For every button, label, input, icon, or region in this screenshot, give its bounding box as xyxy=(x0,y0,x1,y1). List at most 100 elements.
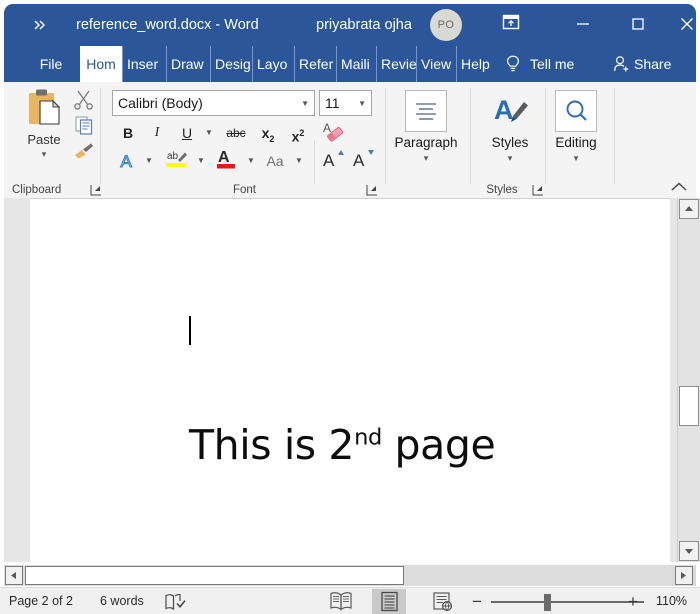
quick-access-toolbar-chevron-icon[interactable] xyxy=(30,16,52,36)
share-person-icon[interactable] xyxy=(612,55,632,73)
share-label[interactable]: Share xyxy=(634,46,671,82)
zoom-slider-thumb[interactable] xyxy=(544,594,551,611)
document-body-text: This is 2nd page xyxy=(189,421,496,469)
text-caret xyxy=(189,316,191,345)
shrink-font-button[interactable]: A xyxy=(349,146,377,172)
tab-home[interactable]: Hom xyxy=(80,46,122,82)
account-name[interactable]: priyabrata ojha xyxy=(316,14,412,36)
svg-text:A: A xyxy=(218,149,230,166)
lightbulb-icon[interactable] xyxy=(504,54,522,74)
change-case-chevron-down-icon[interactable]: ▼ xyxy=(292,149,306,173)
superscript-button[interactable]: x2 xyxy=(286,121,310,145)
read-mode-button[interactable] xyxy=(324,589,358,614)
styles-group-button[interactable]: A Styles ▾ xyxy=(474,88,546,166)
bold-button[interactable]: B xyxy=(116,121,140,145)
chevron-down-icon[interactable]: ▾ xyxy=(474,154,546,163)
scroll-left-button[interactable] xyxy=(5,566,23,585)
format-painter-button[interactable] xyxy=(72,140,98,164)
title-bar: reference_word.docx - Word priyabrata oj… xyxy=(4,4,696,46)
change-case-button[interactable]: Aa xyxy=(260,149,290,173)
chevron-down-icon[interactable]: ▼ xyxy=(358,91,366,115)
font-color-chevron-down-icon[interactable]: ▼ xyxy=(244,149,258,173)
web-layout-button[interactable] xyxy=(425,589,459,614)
maximize-button[interactable] xyxy=(621,12,655,38)
svg-text:A: A xyxy=(323,121,331,135)
ribbon-display-options-icon[interactable] xyxy=(494,12,528,38)
chevron-down-icon[interactable]: ▾ xyxy=(390,154,462,163)
paste-label: Paste xyxy=(27,132,61,147)
paste-button[interactable]: Paste ▾ xyxy=(16,88,72,164)
italic-button[interactable]: I xyxy=(146,121,168,145)
print-layout-button[interactable] xyxy=(372,589,406,614)
text-effects-button[interactable]: A xyxy=(116,149,140,173)
tab-mailings[interactable]: Maili xyxy=(336,46,376,82)
horizontal-scrollbar[interactable] xyxy=(4,565,696,586)
copy-button[interactable] xyxy=(72,114,98,138)
document-title: reference_word.docx - Word xyxy=(76,17,259,33)
clipboard-dialog-launcher[interactable] xyxy=(90,183,102,196)
word-count-status[interactable]: 6 words xyxy=(100,588,144,614)
horizontal-scroll-thumb[interactable] xyxy=(25,566,404,585)
paragraph-label: Paragraph xyxy=(394,135,458,150)
strikethrough-button[interactable]: abc xyxy=(222,121,250,145)
paragraph-group-button[interactable]: Paragraph ▾ xyxy=(390,88,462,166)
tab-help[interactable]: Help xyxy=(456,46,496,82)
grow-font-button[interactable]: A xyxy=(319,146,347,172)
font-name-value: Calibri (Body) xyxy=(118,95,203,111)
editing-group-button[interactable]: Editing ▾ xyxy=(540,88,612,166)
minimize-button[interactable] xyxy=(566,12,600,38)
scroll-up-button[interactable] xyxy=(679,199,699,219)
chevron-down-icon[interactable]: ▾ xyxy=(16,150,72,159)
underline-chevron-down-icon[interactable]: ▼ xyxy=(202,121,216,145)
editing-label: Editing xyxy=(555,135,597,150)
document-page[interactable]: This is 2nd page xyxy=(30,198,670,562)
tell-me-label[interactable]: Tell me xyxy=(530,46,574,82)
ribbon-tab-bar: File Hom Inser Draw Desig Layo Refer Mai… xyxy=(4,46,696,82)
tab-insert[interactable]: Inser xyxy=(122,46,166,82)
scroll-right-button[interactable] xyxy=(675,566,693,585)
font-size-combo[interactable]: 11 ▼ xyxy=(319,90,372,116)
font-color-button[interactable]: A xyxy=(212,146,240,172)
tab-view[interactable]: View xyxy=(416,46,456,82)
vertical-scroll-thumb[interactable] xyxy=(679,386,699,426)
svg-text:A: A xyxy=(323,151,335,170)
text-effects-chevron-down-icon[interactable]: ▼ xyxy=(142,149,156,173)
font-group-label: Font xyxy=(232,184,256,196)
text-highlight-button[interactable]: ab xyxy=(162,146,190,172)
clear-formatting-button[interactable]: A xyxy=(319,120,347,146)
vertical-scrollbar[interactable] xyxy=(677,198,700,562)
proofing-errors-icon[interactable] xyxy=(163,592,187,612)
svg-text:A: A xyxy=(121,152,133,171)
chevron-down-icon[interactable]: ▼ xyxy=(301,91,309,115)
zoom-slider-track[interactable] xyxy=(491,601,644,603)
doc-text-prefix: This is 2 xyxy=(189,421,355,469)
svg-text:A: A xyxy=(494,95,514,125)
chevron-down-icon[interactable]: ▾ xyxy=(540,154,612,163)
subscript-button[interactable]: x2 xyxy=(256,121,280,145)
zoom-out-button[interactable]: − xyxy=(470,588,484,614)
magnifier-icon xyxy=(555,90,597,132)
tab-design[interactable]: Desig xyxy=(210,46,252,82)
tab-draw[interactable]: Draw xyxy=(166,46,210,82)
zoom-in-button[interactable]: + xyxy=(626,588,640,614)
tab-layout[interactable]: Layo xyxy=(252,46,294,82)
highlight-chevron-down-icon[interactable]: ▼ xyxy=(194,149,208,173)
paragraph-icon xyxy=(405,90,447,132)
tab-review[interactable]: Revie xyxy=(376,46,416,82)
collapse-ribbon-button[interactable] xyxy=(670,180,688,196)
close-button[interactable] xyxy=(670,12,700,38)
underline-button[interactable]: U xyxy=(176,121,198,145)
ribbon: Paste ▾ Clipboard Calibri (Body) ▼ 11 ▼ … xyxy=(4,82,696,199)
zoom-level-label[interactable]: 110% xyxy=(656,588,687,614)
doc-text-superscript: nd xyxy=(354,424,382,451)
cut-button[interactable] xyxy=(72,88,98,112)
document-canvas: This is 2nd page xyxy=(4,198,696,562)
styles-dialog-launcher[interactable] xyxy=(532,183,544,196)
avatar[interactable]: PO xyxy=(430,9,462,41)
tab-references[interactable]: Refer xyxy=(294,46,336,82)
tab-file[interactable]: File xyxy=(28,46,74,82)
font-name-combo[interactable]: Calibri (Body) ▼ xyxy=(112,90,315,116)
page-number-status[interactable]: Page 2 of 2 xyxy=(9,588,73,614)
font-dialog-launcher[interactable] xyxy=(366,183,378,196)
scroll-down-button[interactable] xyxy=(679,541,699,561)
